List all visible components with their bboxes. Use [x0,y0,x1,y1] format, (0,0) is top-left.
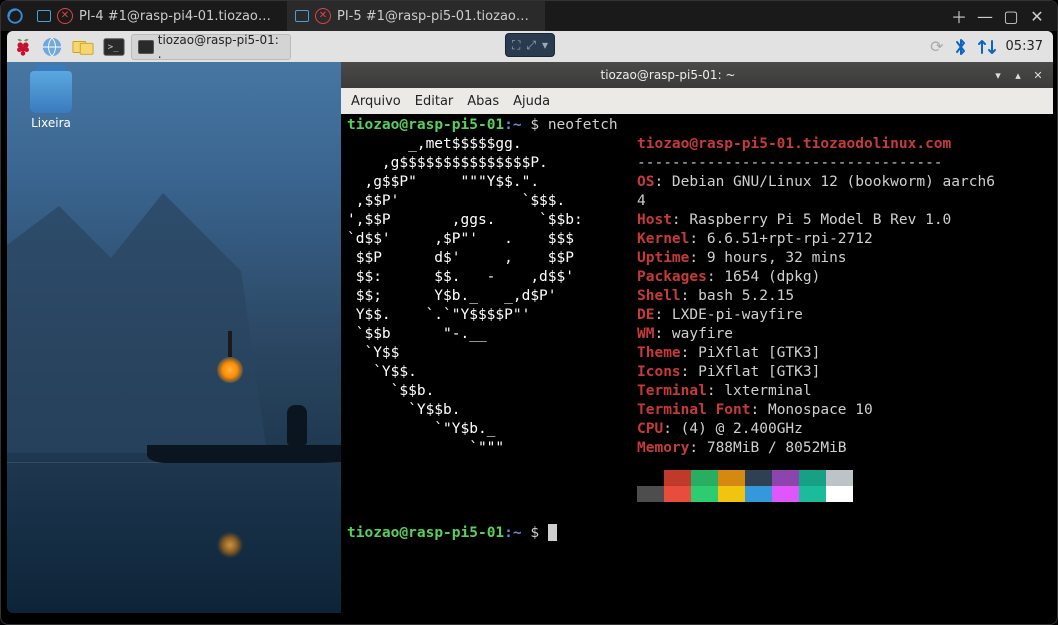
connection-titlebar: ✕ PI-4 #1@rasp-pi4-01.tiozaodol… ✕ PI-5 … [1,1,1057,31]
taskbar-entry-terminal[interactable]: tiozao@rasp-pi5-01: . [131,34,291,60]
minimize-button[interactable]: — [975,6,995,26]
terminal-maximize-button[interactable]: ▴ [1009,67,1027,83]
outer-window-controls: ＋ — ▢ ✕ [939,6,1057,26]
menu-edit[interactable]: Editar [415,94,454,109]
monitor-icon [295,10,309,22]
fullscreen-icon[interactable]: ⛶ [512,38,520,53]
terminal-title: tiozao@rasp-pi5-01: ~ [347,68,989,82]
trash-glyph [30,71,72,113]
wallpaper-figure [287,405,307,445]
desktop-icons: Lixeira [15,71,87,130]
close-icon[interactable]: ✕ [315,8,331,24]
task-entry-label: tiozao@rasp-pi5-01: . [158,33,284,61]
menu-tabs[interactable]: Abas [467,94,499,109]
terminal-close-button[interactable]: ✕ [1029,67,1047,83]
wallpaper-lamp-reflection [217,532,243,558]
close-icon[interactable]: ✕ [57,8,73,24]
expand-icon[interactable]: ⤢ [526,38,536,53]
display-resize-widget[interactable]: ⛶ ⤢ ▾ [505,33,555,57]
terminal-window: tiozao@rasp-pi5-01: ~ ▾ ▴ ✕ Arquivo Edit… [341,62,1053,613]
new-tab-button[interactable]: ＋ [949,6,969,26]
refresh-icon[interactable]: ⟳ [930,37,943,56]
terminal-titlebar[interactable]: tiozao@rasp-pi5-01: ~ ▾ ▴ ✕ [341,62,1053,88]
raspberry-menu-icon[interactable] [11,35,35,59]
taskbar: >_ tiozao@rasp-pi5-01: . ⛶ ⤢ ▾ ⟳ [7,31,1053,62]
trash-icon[interactable]: Lixeira [15,71,87,130]
close-button[interactable]: ✕ [1027,6,1047,26]
tab-label: PI-5 #1@rasp-pi5-01.tiozaodol… [337,9,537,24]
wallpaper-lamp [217,357,243,383]
outer-window: ✕ PI-4 #1@rasp-pi4-01.tiozaodol… ✕ PI-5 … [0,0,1058,625]
trash-label: Lixeira [15,116,87,130]
network-icon[interactable] [978,39,996,55]
monitor-icon [37,10,51,22]
file-manager-icon[interactable] [69,34,97,60]
terminal-launcher-icon[interactable]: >_ [100,34,128,60]
svg-text:>_: >_ [108,41,120,52]
tab-label: PI-4 #1@rasp-pi4-01.tiozaodol… [79,9,279,24]
tab-group: ✕ PI-4 #1@rasp-pi4-01.tiozaodol… ✕ PI-5 … [29,1,939,31]
connection-tab-pi4[interactable]: ✕ PI-4 #1@rasp-pi4-01.tiozaodol… [29,1,287,31]
menu-help[interactable]: Ajuda [513,94,550,109]
app-icon[interactable] [1,1,29,31]
terminal-minimize-button[interactable]: ▾ [989,67,1007,83]
terminal-body[interactable]: tiozao@rasp-pi5-01:~ $ neofetch _,met$$$… [341,114,1053,613]
terminal-menubar: Arquivo Editar Abas Ajuda [341,88,1053,114]
terminal-icon [138,40,154,54]
maximize-button[interactable]: ▢ [1001,6,1021,26]
wallpaper-mountain [7,193,267,453]
connection-tab-pi5[interactable]: ✕ PI-5 #1@rasp-pi5-01.tiozaodol… [287,1,545,31]
clock[interactable]: 05:37 [1006,39,1043,54]
web-browser-icon[interactable] [38,34,66,60]
menu-file[interactable]: Arquivo [351,94,401,109]
remote-desktop[interactable]: >_ tiozao@rasp-pi5-01: . ⛶ ⤢ ▾ ⟳ [7,31,1053,613]
bluetooth-icon[interactable] [954,38,968,56]
cursor [548,524,557,541]
chevron-down-icon[interactable]: ▾ [542,38,548,52]
